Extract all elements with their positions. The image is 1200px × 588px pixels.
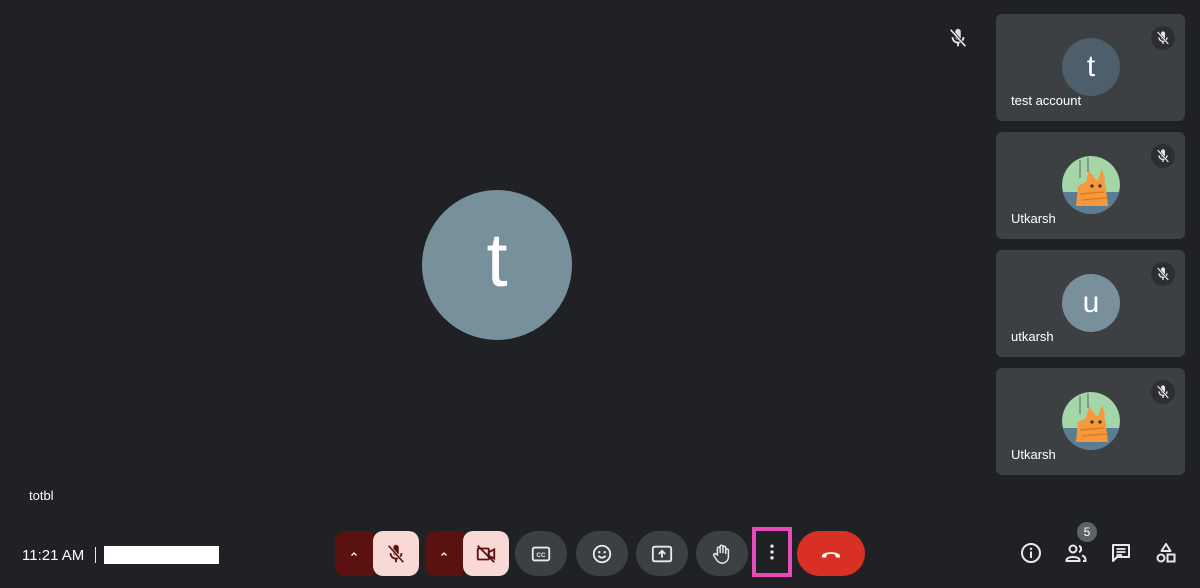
people-icon [1065,544,1087,562]
chat-icon [1112,544,1130,562]
participant-tile[interactable]: t test account [996,14,1185,121]
avatar-letter: t [1086,50,1096,83]
audio-options-button[interactable] [335,531,373,576]
avatar: t [1062,38,1120,96]
participant-tile[interactable]: u utkarsh [996,250,1185,357]
video-options-button[interactable] [425,531,463,576]
emoji-icon [592,544,612,563]
mic-toggle-button[interactable] [373,531,419,576]
avatar: u [1062,274,1120,332]
participant-name: test account [1011,93,1082,108]
avatar-image [1062,156,1120,214]
mic-off-icon [1151,262,1175,286]
main-speaker-name: totbl [29,488,54,503]
participant-name: Utkarsh [1011,447,1056,462]
svg-text:CC: CC [536,552,546,559]
people-count-badge: 5 [1077,522,1097,542]
participant-name: Utkarsh [1011,211,1056,226]
mic-off-icon [387,544,405,563]
camera-control [425,531,509,576]
videocam-off-icon [476,544,496,563]
captions-button[interactable]: CC [515,531,567,576]
clock: 11:21 AM [22,546,85,564]
meeting-info-bar: 11:21 AM [22,545,220,565]
more-vert-icon [770,544,774,560]
participant-name: utkarsh [1011,329,1054,344]
mic-off-icon [1151,380,1175,404]
raise-hand-icon [713,544,730,564]
main-speaker-avatar: t [422,190,572,340]
mic-off-icon [1151,26,1175,50]
avatar-letter: u [1082,286,1100,319]
present-button[interactable] [636,531,688,576]
participant-tile[interactable]: Utkarsh [996,368,1185,475]
activities-icon [1156,543,1176,563]
raise-hand-button[interactable] [696,531,748,576]
chat-button[interactable] [1108,540,1134,566]
mic-off-icon [1151,144,1175,168]
people-button[interactable] [1063,540,1089,566]
present-screen-icon [651,545,673,562]
reactions-button[interactable] [576,531,628,576]
more-options-button[interactable] [752,527,792,577]
meeting-details-button[interactable] [1018,540,1044,566]
main-stage: t totbl [0,0,990,520]
chevron-up-icon [351,551,357,556]
avatar-image [1062,392,1120,450]
meeting-code-redacted [104,546,220,564]
participant-tile[interactable]: Utkarsh [996,132,1185,239]
leave-call-button[interactable] [797,531,865,576]
closed-caption-icon: CC [531,546,551,561]
activities-button[interactable] [1153,540,1179,566]
mic-off-icon [947,27,969,49]
chevron-up-icon [441,551,447,556]
call-end-icon [822,551,840,557]
info-icon [1021,543,1041,563]
divider [95,547,97,563]
main-avatar-letter: t [486,218,508,303]
microphone-control [335,531,419,576]
camera-toggle-button[interactable] [463,531,509,576]
